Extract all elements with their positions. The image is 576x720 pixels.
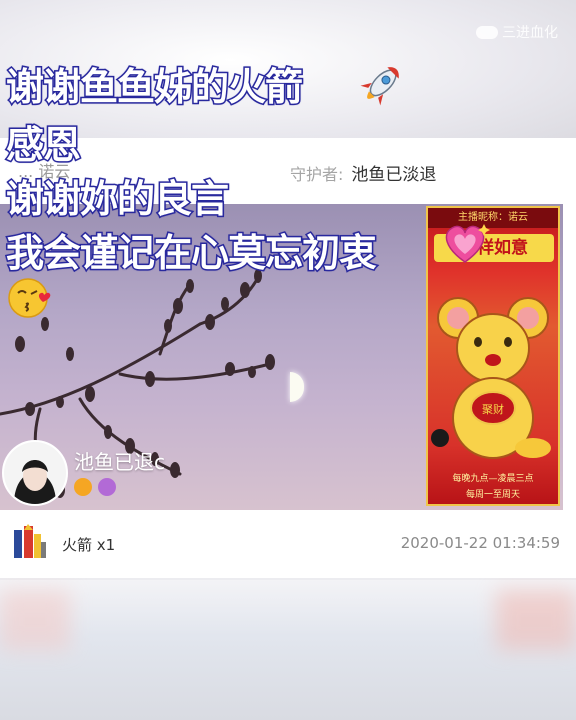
caption-line-4: 我会谨记在心莫忘初衷 [4,222,378,277]
gift-timestamp: 2020-01-22 01:34:59 [400,534,560,552]
caption-line-1-text: 谢谢鱼鱼姊的火箭 [4,64,304,111]
gift-record-row[interactable]: 火箭 x1 2020-01-22 01:34:59 [0,510,576,578]
caption-line-4-text: 我会谨记在心莫忘初衷 [4,230,378,277]
fan-badge-icon [98,478,116,496]
poster-days: 每周一至周天 [465,490,520,500]
watermark: 三进血化 [476,22,558,42]
poster-schedule: 每晚九点—凌晨三点 [452,474,534,484]
rocket-gift-icon [14,524,46,558]
blurred-background-bottom [0,580,576,720]
kiss-face-emoji-icon [8,278,51,318]
avatar-portrait [4,442,66,504]
poster-seal-text: 聚财 [482,402,504,416]
sparkling-heart-emoji-icon [445,224,490,263]
streamer-avatar[interactable] [2,440,68,506]
caption-line-2-text: 感恩 [4,122,82,169]
guard-name[interactable]: 池鱼已淡退 [351,165,436,185]
cloud-icon [476,25,498,39]
golden-mouse-illustration: 聚财 [431,297,551,459]
caption-line-1: 谢谢鱼鱼姊的火箭 [4,56,304,111]
caption-line-2: 感恩 [4,114,82,169]
level-badge-icon [74,478,92,496]
caption-line-3: 谢谢妳的良言 [4,168,230,223]
streamer-name[interactable]: 池鱼已退c [74,446,165,475]
rocket-emoji-icon [360,67,399,106]
watermark-text: 三进血化 [502,25,558,41]
guard-info: 守护者: 池鱼已淡退 [290,160,436,185]
badge-row [74,478,116,496]
caption-line-3-text: 谢谢妳的良言 [4,176,230,223]
guard-label: 守护者: [290,165,344,184]
gift-name-count: 火箭 x1 [62,536,116,554]
